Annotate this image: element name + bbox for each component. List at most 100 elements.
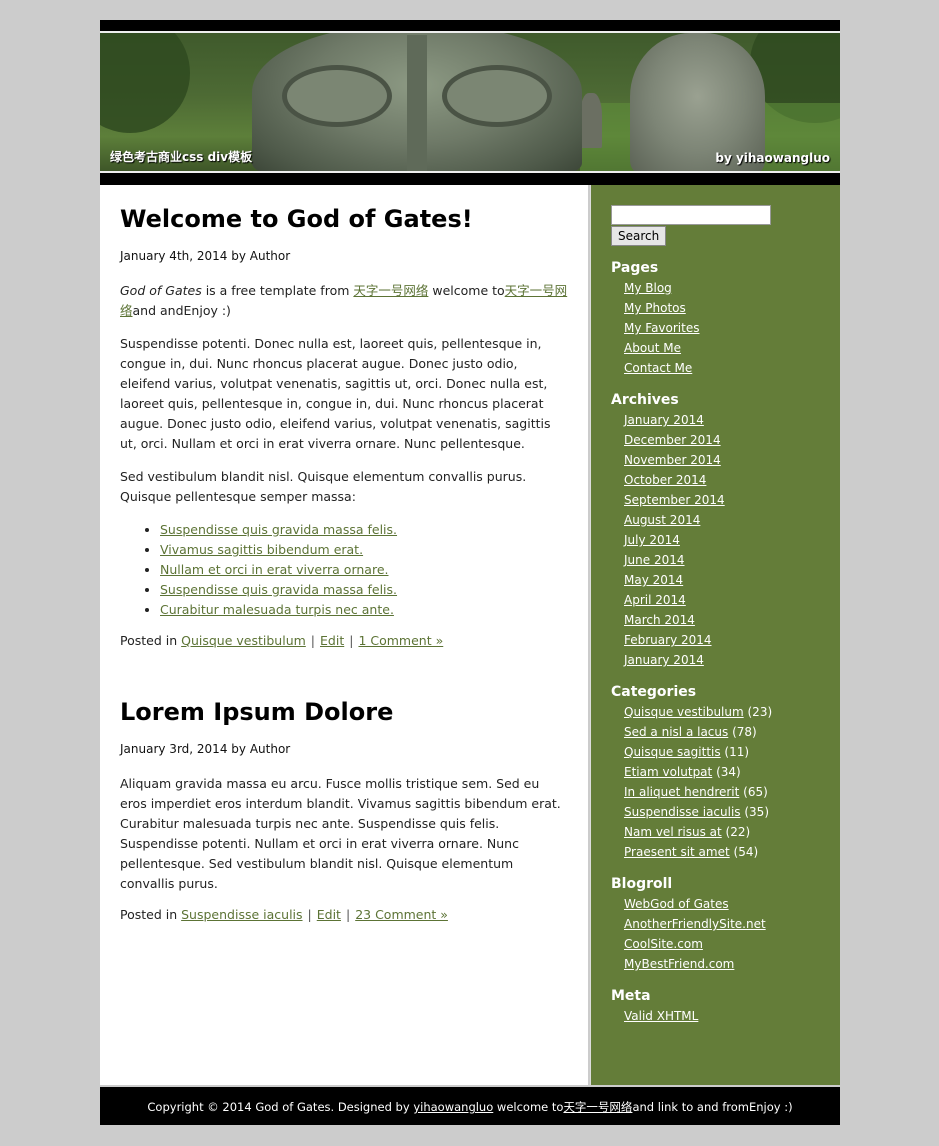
list-item-link[interactable]: Curabitur malesuada turpis nec ante. [160, 602, 394, 617]
list-item: February 2014 [624, 630, 820, 650]
list-item: Curabitur malesuada turpis nec ante. [160, 600, 568, 620]
post-footer: Posted in Quisque vestibulum | Edit | 1 Comm… [120, 633, 568, 648]
list-item: Nam vel risus at (22) [624, 822, 820, 842]
categories-list: Quisque vestibulum (23) Sed a nisl a lac… [611, 702, 820, 862]
list-item: Sed a nisl a lacus (78) [624, 722, 820, 742]
category-link[interactable]: Praesent sit amet [624, 845, 730, 859]
post-title[interactable]: Lorem Ipsum Dolore [120, 698, 568, 726]
category-count: (22) [721, 825, 751, 839]
list-item: AnotherFriendlySite.net [624, 914, 820, 934]
archive-link[interactable]: October 2014 [624, 473, 706, 487]
list-item: May 2014 [624, 570, 820, 590]
footer-text: Copyright © 2014 God of Gates. Designed … [147, 1100, 414, 1114]
archive-link[interactable]: April 2014 [624, 593, 686, 607]
page-link[interactable]: About Me [624, 341, 681, 355]
list-item-link[interactable]: Suspendisse quis gravida massa felis. [160, 582, 397, 597]
post-list: Suspendisse quis gravida massa felis. Vi… [120, 520, 568, 620]
list-item-link[interactable]: Suspendisse quis gravida massa felis. [160, 522, 397, 537]
category-link[interactable]: Etiam volutpat [624, 765, 712, 779]
post-edit-link[interactable]: Edit [317, 907, 341, 922]
meta-link[interactable]: Valid XHTML [624, 1009, 698, 1023]
category-count: (78) [728, 725, 757, 739]
post-category-link[interactable]: Suspendisse iaculis [181, 907, 302, 922]
post-intro: God of Gates is a free template from 天字一… [120, 281, 568, 321]
post-author: Author [249, 742, 291, 756]
list-item-link[interactable]: Nullam et orci in erat viverra ornare. [160, 562, 389, 577]
list-item: Contact Me [624, 358, 820, 378]
separator: | [307, 907, 312, 922]
archive-link[interactable]: January 2014 [624, 413, 704, 427]
category-link[interactable]: Quisque sagittis [624, 745, 721, 759]
blogroll-link[interactable]: WebGod of Gates [624, 897, 729, 911]
carving-eye [282, 65, 392, 127]
post-meta: January 4th, 2014 by Author [120, 249, 568, 263]
list-item-link[interactable]: Vivamus sagittis bibendum erat. [160, 542, 363, 557]
post-intro-text: is a free template from [201, 283, 354, 298]
blogroll-link[interactable]: AnotherFriendlySite.net [624, 917, 766, 931]
search-button[interactable]: Search [611, 226, 667, 246]
blogroll-link[interactable]: MyBestFriend.com [624, 957, 734, 971]
post-date: January 4th, 2014 [120, 249, 228, 263]
list-item: About Me [624, 338, 820, 358]
list-item: In aliquet hendrerit (65) [624, 782, 820, 802]
sidebar: Search Pages My Blog My Photos My Favori… [590, 185, 840, 1085]
post-comments-link[interactable]: 1 Comment » [358, 633, 443, 648]
category-count: (34) [712, 765, 741, 779]
footer-designer-link[interactable]: yihaowangluo [413, 1100, 493, 1114]
archive-link[interactable]: December 2014 [624, 433, 721, 447]
list-item: August 2014 [624, 510, 820, 530]
archives-list: January 2014 December 2014 November 2014… [611, 410, 820, 670]
posted-in-label: Posted in [120, 907, 182, 922]
archive-link[interactable]: September 2014 [624, 493, 725, 507]
archive-link[interactable]: July 2014 [624, 533, 680, 547]
list-item: MyBestFriend.com [624, 954, 820, 974]
main-content: Welcome to God of Gates! January 4th, 20… [100, 185, 590, 1085]
page-link[interactable]: My Blog [624, 281, 672, 295]
post-meta: January 3rd, 2014 by Author [120, 742, 568, 756]
post-comments-link[interactable]: 23 Comment » [355, 907, 448, 922]
separator: | [349, 633, 354, 648]
separator: | [345, 907, 351, 922]
category-link[interactable]: Suspendisse iaculis [624, 805, 741, 819]
carving-eye [442, 65, 552, 127]
list-item: Suspendisse quis gravida massa felis. [160, 580, 568, 600]
category-link[interactable]: Sed a nisl a lacus [624, 725, 728, 739]
site-title[interactable]: 绿色考古商业css div模板 [110, 148, 252, 165]
category-link[interactable]: In aliquet hendrerit [624, 785, 739, 799]
list-item: Praesent sit amet (54) [624, 842, 820, 862]
post-title[interactable]: Welcome to God of Gates! [120, 205, 568, 233]
list-item: WebGod of Gates [624, 894, 820, 914]
post-intro-text: welcome to [428, 283, 505, 298]
list-item: July 2014 [624, 530, 820, 550]
list-item: October 2014 [624, 470, 820, 490]
header-banner-image: 绿色考古商业css div模板 by yihaowangluo [100, 31, 840, 173]
stone-face-carving [252, 33, 582, 171]
meta-list: Valid XHTML [611, 1006, 820, 1026]
archive-link[interactable]: June 2014 [624, 553, 685, 567]
archive-link[interactable]: January 2014 [624, 653, 704, 667]
category-link[interactable]: Quisque vestibulum [624, 705, 744, 719]
list-item: My Blog [624, 278, 820, 298]
post-intro-text: and andEnjoy :) [132, 303, 231, 318]
archive-link[interactable]: May 2014 [624, 573, 683, 587]
post-intro-link[interactable]: 天字一号网络 [353, 283, 428, 298]
tree-shape [100, 33, 190, 133]
category-link[interactable]: Nam vel risus at [624, 825, 722, 839]
archive-link[interactable]: August 2014 [624, 513, 700, 527]
page-link[interactable]: My Photos [624, 301, 686, 315]
search-input[interactable] [611, 205, 771, 225]
list-item: June 2014 [624, 550, 820, 570]
post-category-link[interactable]: Quisque vestibulum [181, 633, 306, 648]
archive-link[interactable]: November 2014 [624, 453, 721, 467]
list-item: September 2014 [624, 490, 820, 510]
list-item: November 2014 [624, 450, 820, 470]
blogroll-link[interactable]: CoolSite.com [624, 937, 703, 951]
page-link[interactable]: Contact Me [624, 361, 692, 375]
footer-site-link[interactable]: 天字一号网络 [563, 1100, 632, 1114]
archive-link[interactable]: February 2014 [624, 633, 712, 647]
archive-link[interactable]: March 2014 [624, 613, 695, 627]
post: Welcome to God of Gates! January 4th, 20… [120, 205, 568, 648]
post-edit-link[interactable]: Edit [320, 633, 344, 648]
page-link[interactable]: My Favorites [624, 321, 699, 335]
site-byline: by yihaowangluo [715, 151, 830, 165]
